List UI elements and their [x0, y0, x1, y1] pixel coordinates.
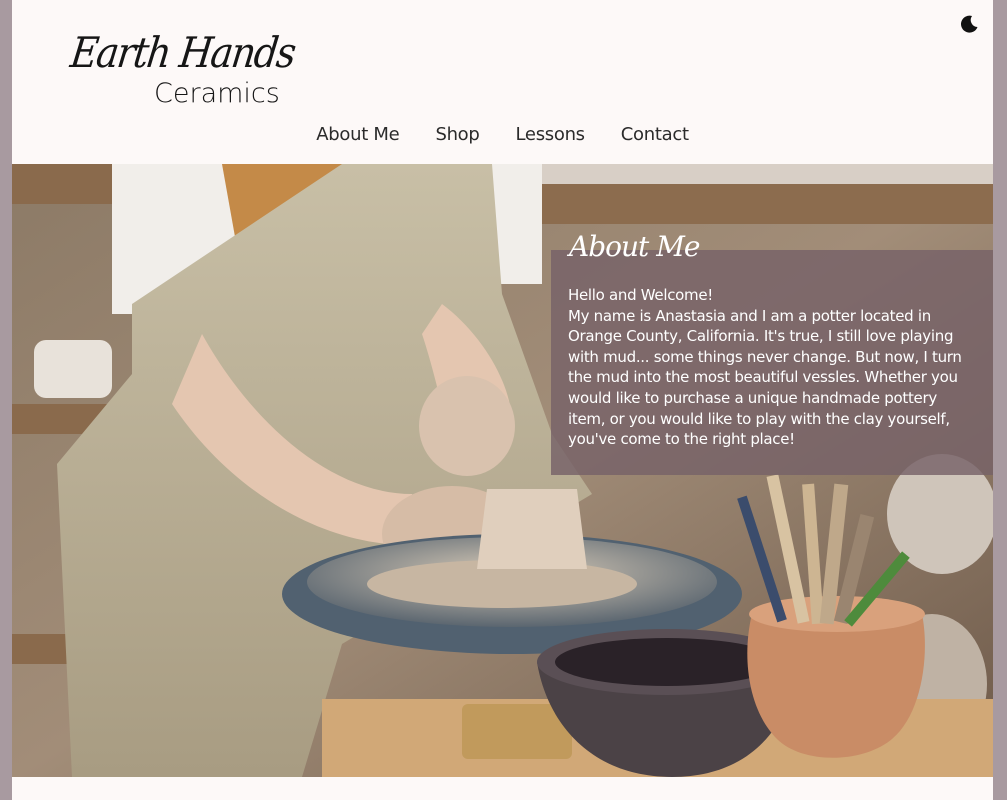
- nav-about-me[interactable]: About Me: [316, 124, 399, 145]
- nav-shop[interactable]: Shop: [435, 124, 479, 145]
- site-header: Earth Hands Ceramics About Me Shop Lesso…: [12, 0, 993, 164]
- main-nav: About Me Shop Lessons Contact: [12, 124, 993, 145]
- page: Earth Hands Ceramics About Me Shop Lesso…: [12, 0, 993, 800]
- hero-image: Hello and Welcome! My name is Anastasia …: [12, 164, 993, 777]
- moon-icon[interactable]: [959, 14, 979, 34]
- about-text: Hello and Welcome! My name is Anastasia …: [568, 285, 978, 450]
- nav-lessons[interactable]: Lessons: [516, 124, 586, 145]
- logo-script-text: Earth Hands: [67, 28, 298, 77]
- about-panel: Hello and Welcome! My name is Anastasia …: [551, 250, 993, 475]
- logo-subtitle: Ceramics: [154, 78, 280, 109]
- footer-strip: [12, 777, 993, 800]
- about-body: My name is Anastasia and I am a potter l…: [568, 306, 962, 449]
- nav-contact[interactable]: Contact: [621, 124, 689, 145]
- site-logo[interactable]: Earth Hands Ceramics: [68, 28, 298, 110]
- about-title: About Me: [569, 230, 700, 263]
- about-greeting: Hello and Welcome!: [568, 286, 714, 304]
